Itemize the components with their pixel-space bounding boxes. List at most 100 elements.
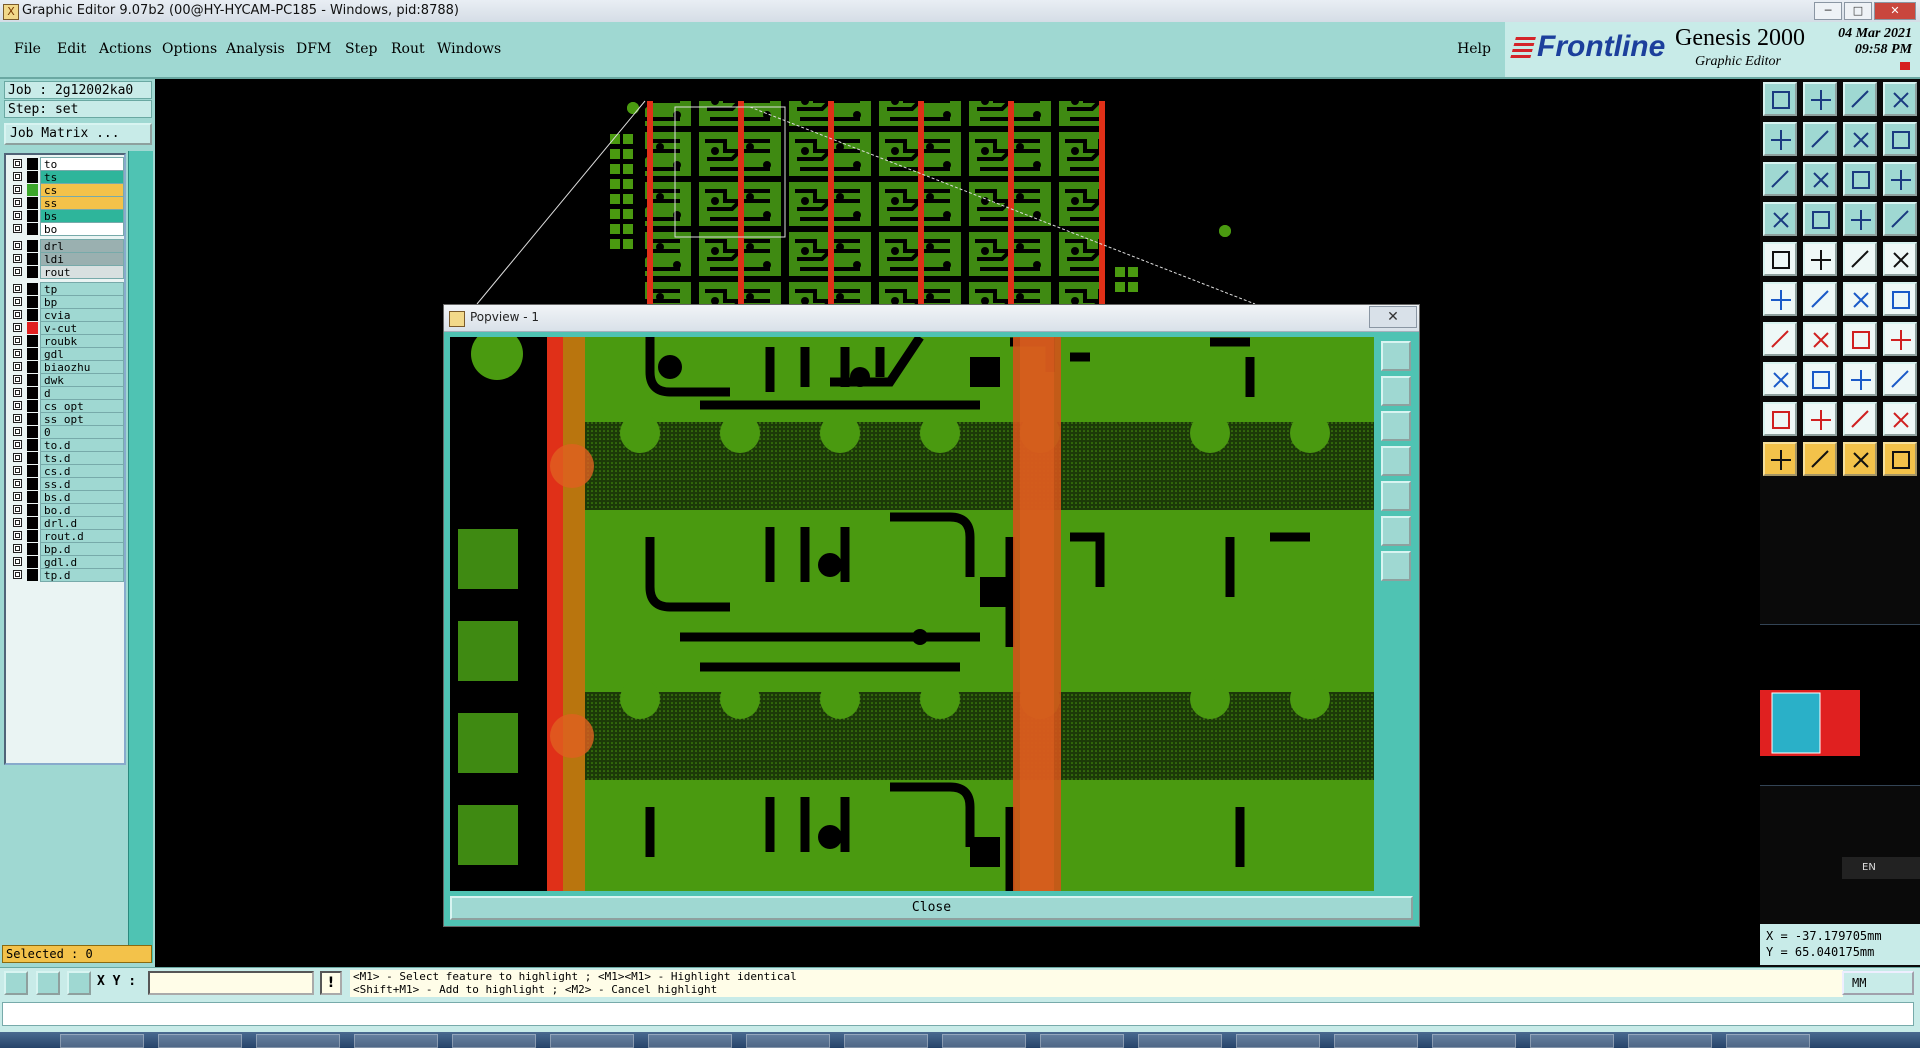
layer-color-swatch[interactable] [27, 530, 38, 542]
layout-icon[interactable] [1883, 82, 1917, 116]
add-line-icon[interactable] [1843, 282, 1877, 316]
menu-dfm[interactable]: DFM [296, 41, 331, 57]
layer-row[interactable]: gdl [10, 347, 128, 361]
layer-row[interactable]: v-cut [10, 321, 128, 335]
layer-visibility-checkbox[interactable] [13, 544, 22, 553]
layer-name[interactable]: rout [40, 265, 124, 279]
taskbar-slot[interactable] [648, 1034, 732, 1048]
layer-row[interactable]: rout.d [10, 529, 128, 543]
layer-visibility-checkbox[interactable] [13, 241, 22, 250]
layer-name[interactable]: to.d [40, 438, 124, 452]
layer-name[interactable]: tp [40, 282, 124, 296]
taskbar-slot[interactable] [1432, 1034, 1516, 1048]
layer-name[interactable]: 0 [40, 425, 124, 439]
home-top-icon[interactable] [1763, 82, 1797, 116]
arc-icon[interactable] [1843, 322, 1877, 356]
popview-zoom-fit-icon[interactable] [1381, 341, 1411, 371]
layer-color-swatch[interactable] [27, 491, 38, 503]
layer-color-swatch[interactable] [27, 361, 38, 373]
layer-name[interactable]: cs_opt [40, 399, 124, 413]
taskbar-slot[interactable] [550, 1034, 634, 1048]
layer-color-swatch[interactable] [27, 158, 38, 170]
layer-visibility-checkbox[interactable] [13, 505, 22, 514]
layer-color-swatch[interactable] [27, 240, 38, 252]
menu-options[interactable]: Options [162, 41, 217, 57]
layer-color-swatch[interactable] [27, 569, 38, 581]
layer-row[interactable]: ldi [10, 252, 128, 266]
shape-alt-icon[interactable] [1883, 402, 1917, 436]
layer-row[interactable]: ts [10, 170, 128, 184]
help-icon[interactable] [1883, 162, 1917, 196]
popview-close-x-button[interactable]: ✕ [1369, 306, 1417, 328]
layer-color-swatch[interactable] [27, 413, 38, 425]
home-icon[interactable] [1843, 82, 1877, 116]
minimap[interactable] [1760, 624, 1920, 786]
layer-name[interactable]: cs [40, 183, 124, 197]
layer-visibility-checkbox[interactable] [13, 453, 22, 462]
layer-name[interactable]: ts.d [40, 451, 124, 465]
layer-row[interactable]: rout [10, 265, 128, 279]
layer-name[interactable]: bs [40, 209, 124, 223]
layer-row[interactable]: ss [10, 196, 128, 210]
popview-zoom-out-icon[interactable] [1381, 551, 1411, 581]
layer-color-swatch[interactable] [27, 210, 38, 222]
taskbar-slot[interactable] [1726, 1034, 1810, 1048]
taskbar-slot[interactable] [942, 1034, 1026, 1048]
layer-color-swatch[interactable] [27, 465, 38, 477]
add-trace-icon[interactable] [1763, 322, 1797, 356]
menu-analysis[interactable]: Analysis [226, 41, 285, 57]
popview-pan-down-icon[interactable] [1381, 411, 1411, 441]
layer-visibility-checkbox[interactable] [13, 172, 22, 181]
popview-close-button[interactable]: Close [450, 896, 1413, 920]
layer-row[interactable]: bo.d [10, 503, 128, 517]
layer-name[interactable]: dwk [40, 373, 124, 387]
layer-color-swatch[interactable] [27, 517, 38, 529]
popview-canvas[interactable] [450, 337, 1374, 891]
connect-icon[interactable] [1883, 202, 1917, 236]
layer-color-swatch[interactable] [27, 348, 38, 360]
layer-name[interactable]: ldi [40, 252, 124, 266]
layer-row[interactable]: ss.d [10, 477, 128, 491]
xy-input[interactable] [148, 971, 314, 995]
split-icon[interactable] [1883, 322, 1917, 356]
popview-titlebar[interactable]: Popview - 1 ✕ [444, 305, 1419, 332]
layer-visibility-checkbox[interactable] [13, 336, 22, 345]
taskbar-slot[interactable] [60, 1034, 144, 1048]
taskbar-slot[interactable] [354, 1034, 438, 1048]
layer-name[interactable]: to [40, 157, 124, 171]
layer-color-swatch[interactable] [27, 478, 38, 490]
net-icon[interactable] [1843, 202, 1877, 236]
layer-name[interactable]: gdl.d [40, 555, 124, 569]
layer-visibility-checkbox[interactable] [13, 466, 22, 475]
layer-row[interactable]: drl [10, 239, 128, 253]
layer-color-swatch[interactable] [27, 504, 38, 516]
layer-name[interactable]: gdl [40, 347, 124, 361]
layer-visibility-checkbox[interactable] [13, 518, 22, 527]
layer-visibility-checkbox[interactable] [13, 362, 22, 371]
layer-name[interactable]: ss.d [40, 477, 124, 491]
layer-name[interactable]: cs.d [40, 464, 124, 478]
layer-row[interactable]: bp.d [10, 542, 128, 556]
layer-name[interactable]: bo [40, 222, 124, 236]
layer-color-swatch[interactable] [27, 266, 38, 278]
layer-visibility-checkbox[interactable] [13, 159, 22, 168]
line-icon[interactable] [1803, 362, 1837, 396]
popview-zoom-in-icon[interactable] [1381, 516, 1411, 546]
layer-row[interactable]: ts.d [10, 451, 128, 465]
layer-color-swatch[interactable] [27, 197, 38, 209]
layer-visibility-checkbox[interactable] [13, 414, 22, 423]
taskbar-slot[interactable] [844, 1034, 928, 1048]
connect-nodes-icon[interactable] [1763, 282, 1797, 316]
layer-visibility-checkbox[interactable] [13, 211, 22, 220]
edit-shape-icon[interactable] [1803, 242, 1837, 276]
layer-visibility-checkbox[interactable] [13, 284, 22, 293]
layer-row[interactable]: bp [10, 295, 128, 309]
layer-name[interactable]: bp [40, 295, 124, 309]
layer-visibility-checkbox[interactable] [13, 440, 22, 449]
layer-name[interactable]: drl.d [40, 516, 124, 530]
layer-name[interactable]: biaozhu [40, 360, 124, 374]
layer-row[interactable]: gdl.d [10, 555, 128, 569]
pad-icon[interactable] [1763, 242, 1797, 276]
move-line-icon[interactable] [1883, 282, 1917, 316]
layer-visibility-checkbox[interactable] [13, 267, 22, 276]
